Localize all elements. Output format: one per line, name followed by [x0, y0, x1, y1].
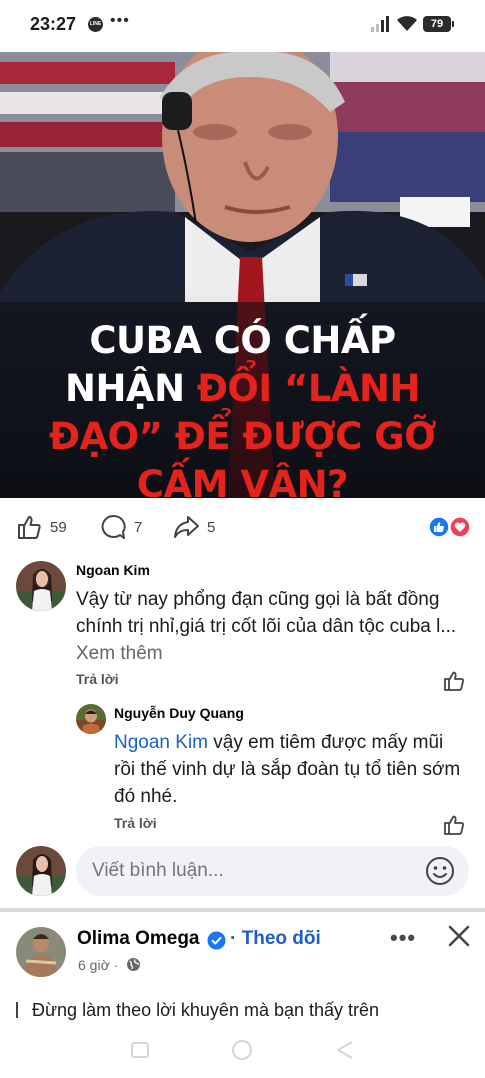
follow-label[interactable]: Theo dõi	[242, 928, 321, 949]
status-time: 23:27	[30, 14, 77, 34]
current-user-avatar[interactable]	[16, 846, 66, 896]
reaction-bar: 59 7 5	[0, 498, 485, 556]
verified-icon	[207, 931, 226, 950]
text-indicator	[16, 1002, 18, 1018]
share-icon	[174, 516, 199, 538]
comment-author[interactable]: Ngoan Kim	[76, 562, 150, 578]
comment-input[interactable]	[92, 846, 412, 896]
see-more-link[interactable]: Xem thêm	[76, 643, 163, 664]
post-timestamp: 6 giờ ·	[78, 957, 119, 973]
mention-link[interactable]: Ngoan Kim	[114, 732, 208, 753]
comment-count: 7	[134, 518, 143, 536]
comment-composer[interactable]	[76, 846, 469, 896]
post-image[interactable]: CUBA CÓ CHẤP NHẬN ĐỔI “LÀNH ĐẠO” ĐỂ ĐƯỢC…	[0, 52, 485, 498]
post-text: Đừng làm theo lời khuyên mà bạn thấy trê…	[16, 1000, 379, 1020]
share-button[interactable]: 5	[173, 514, 215, 540]
headline-line3: ĐẠO” ĐỂ ĐƯỢC GỠ	[49, 415, 436, 458]
comment-author[interactable]: Nguyễn Duy Quang	[114, 705, 244, 721]
status-bar: 23:27 LINE ••• 79	[0, 0, 485, 52]
system-nav-bar	[0, 1028, 485, 1078]
headline-line2-red: ĐỔI “LÀNH	[196, 367, 421, 410]
globe-icon	[127, 958, 140, 971]
signal-icon	[371, 16, 389, 32]
headline-line4: CẤM VẬN?	[136, 463, 349, 498]
notification-more-icon: •••	[110, 12, 130, 29]
comment-text: Vậy từ nay phổng đạn cũng gọi là bất đồn…	[76, 586, 476, 667]
comment-text: Ngoan Kim vậy em tiêm được mấy mũi rồi t…	[114, 729, 469, 810]
like-button[interactable]: 59	[16, 514, 67, 540]
line-app-icon: LINE	[88, 17, 103, 32]
battery-indicator: 79	[423, 16, 451, 32]
comment-icon	[101, 515, 126, 539]
recent-apps-icon[interactable]	[128, 1038, 152, 1062]
avatar-photo	[16, 846, 66, 896]
avatar-photo	[76, 704, 106, 734]
image-headline: CUBA CÓ CHẤP NHẬN ĐỔI “LÀNH ĐẠO” ĐỂ ĐƯỢC…	[0, 317, 485, 498]
reply-button[interactable]: Trả lời	[114, 815, 157, 831]
avatar-olima-omega[interactable]	[16, 927, 66, 977]
post-text-body: Đừng làm theo lời khuyên mà bạn thấy trê…	[32, 1000, 380, 1020]
back-icon[interactable]	[333, 1038, 357, 1062]
share-count: 5	[207, 518, 216, 536]
reply-button[interactable]: Trả lời	[76, 671, 119, 687]
avatar-photo	[16, 927, 66, 977]
comment-like-icon[interactable]	[443, 814, 465, 836]
reaction-summary-icons[interactable]	[428, 516, 472, 538]
post-divider	[0, 908, 485, 912]
follow-button[interactable]: · Theo dõi	[230, 928, 321, 950]
like-icon	[18, 516, 41, 539]
home-icon[interactable]	[230, 1038, 254, 1062]
avatar-photo	[16, 561, 66, 611]
wifi-icon	[397, 16, 417, 31]
headline-line1: CUBA CÓ CHẤP	[89, 319, 396, 362]
comment-body: Vậy từ nay phổng đạn cũng gọi là bất đồn…	[76, 589, 457, 637]
avatar-ngoan-kim[interactable]	[16, 561, 66, 611]
close-icon[interactable]	[447, 924, 471, 948]
emoji-icon[interactable]	[425, 856, 455, 886]
like-count: 59	[50, 518, 67, 536]
comment-button[interactable]: 7	[100, 514, 142, 540]
battery-tip	[452, 21, 454, 27]
more-icon[interactable]: •••	[390, 925, 416, 951]
post-author[interactable]: Olima Omega	[77, 928, 200, 950]
avatar-nguyen-duy-quang[interactable]	[76, 704, 106, 734]
comment-like-icon[interactable]	[443, 670, 465, 692]
headline-line2-white: NHẬN	[65, 367, 197, 410]
follow-separator: ·	[230, 928, 237, 949]
